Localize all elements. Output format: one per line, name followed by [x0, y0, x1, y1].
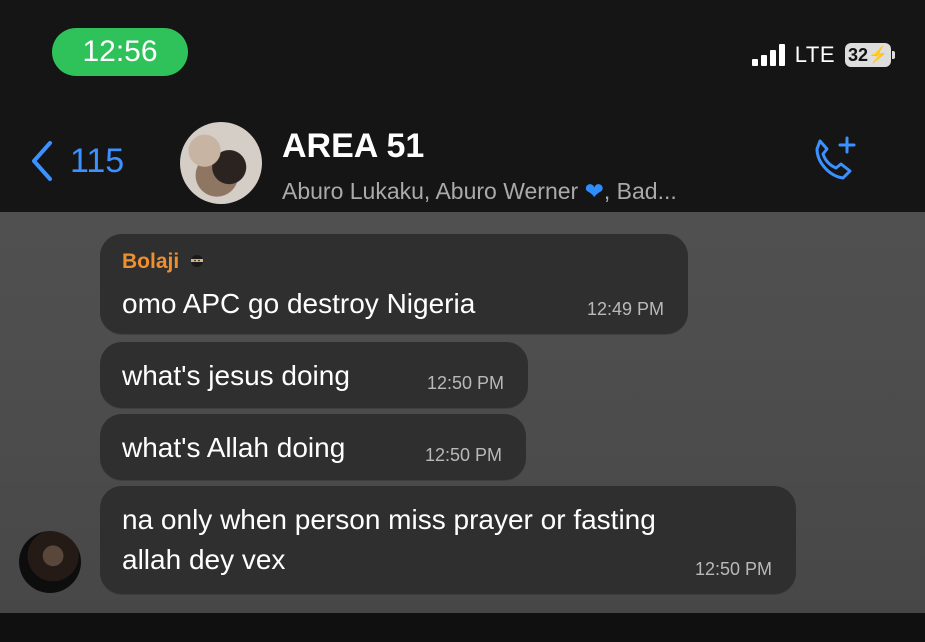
- battery-icon: 32 ⚡: [845, 43, 895, 67]
- back-button[interactable]: 115: [28, 139, 124, 183]
- message-bubble-3[interactable]: what's Allah doing 12:50 PM: [100, 414, 526, 480]
- message-bubble-4[interactable]: na only when person miss prayer or fasti…: [100, 486, 796, 594]
- members-suffix: , Bad...: [603, 178, 677, 204]
- status-time: 12:56: [52, 28, 188, 76]
- message-time: 12:50 PM: [426, 373, 504, 393]
- network-type: LTE: [794, 42, 835, 67]
- message-time: 12:50 PM: [694, 559, 772, 579]
- message-time: 12:50 PM: [424, 445, 502, 465]
- back-count: 115: [70, 141, 125, 180]
- message-text: what's jesus doing: [122, 360, 350, 391]
- ninja-icon: [187, 252, 207, 272]
- battery-level: 32: [848, 44, 869, 65]
- add-call-button[interactable]: [807, 134, 861, 193]
- message-bubble-1[interactable]: Bolaji omo APC go destroy Nigeria 12:49 …: [100, 234, 688, 334]
- sender-name: Bolaji: [122, 250, 180, 273]
- group-members: Aburo Lukaku, Aburo Werner ❤, Bad...: [282, 178, 802, 205]
- message-text: what's Allah doing: [122, 432, 346, 463]
- top-bar: 12:56 LTE 32 ⚡ 115 AREA 51 Aburo Lukaku, …: [0, 0, 925, 212]
- message-bubble-2[interactable]: what's jesus doing 12:50 PM: [100, 342, 528, 408]
- message-text-line-2: allah dey vex: [122, 544, 286, 575]
- bottom-bar: [0, 613, 925, 642]
- group-info[interactable]: AREA 51 Aburo Lukaku, Aburo Werner ❤, Ba…: [282, 127, 802, 205]
- blue-heart-icon: ❤: [584, 178, 604, 204]
- status-indicators: LTE 32 ⚡: [751, 42, 895, 68]
- message-time: 12:49 PM: [586, 299, 664, 319]
- signal-bars-icon: [751, 44, 785, 66]
- sender-name-row: Bolaji: [122, 250, 207, 274]
- members-text: Aburo Lukaku, Aburo Werner: [282, 178, 585, 204]
- message-text: omo APC go destroy Nigeria: [122, 288, 476, 319]
- group-avatar[interactable]: [180, 122, 262, 204]
- chevron-left-icon: [32, 141, 52, 181]
- add-call-icon: [815, 136, 856, 180]
- group-title: AREA 51: [282, 127, 425, 165]
- sender-avatar[interactable]: [19, 531, 81, 593]
- message-text-line-1: na only when person miss prayer or fasti…: [122, 504, 656, 535]
